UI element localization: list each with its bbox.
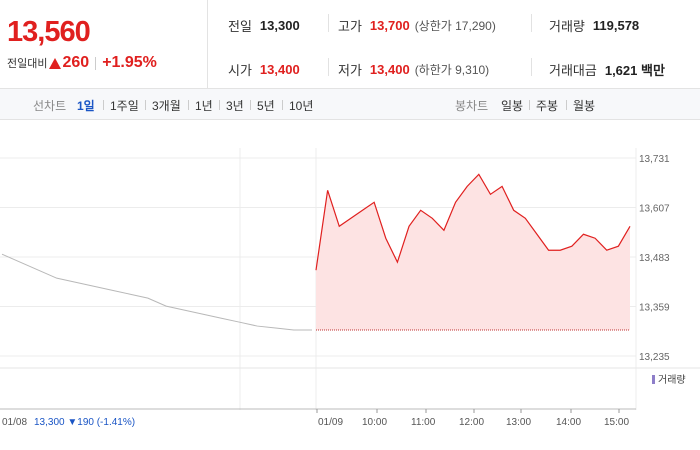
quote-summary: 13,560 전일대비 260 +1.95% [0,0,208,88]
stat-volume: 거래량 119,578 [549,16,639,35]
stat-label: 고가 [338,19,362,34]
toolbar-divider [188,100,189,110]
x-tick-label: 01/08 [2,417,27,428]
toolbar-divider [566,100,567,110]
stat-value: 1,621 백만 [604,63,665,78]
stat-value: 13,400 [259,62,300,77]
stat-label: 저가 [338,63,362,78]
current-price: 13,560 [7,16,91,48]
divider [531,14,532,32]
stat-low: 저가 13,400 (하한가 9,310) [338,60,489,79]
y-axis: 13,731 13,607 13,483 13,359 13,235 [639,154,670,363]
x-tick-label: 01/09 [318,417,343,428]
price-chart-svg: 13,731 13,607 13,483 13,359 13,235 거래량 01/08… [0,148,700,428]
y-tick-label: 13,731 [639,154,670,165]
period-3m[interactable]: 3개월 [152,97,181,114]
candle-weekly[interactable]: 주봉 [536,97,558,114]
y-tick-label: 13,607 [639,204,670,215]
stat-value: 13,300 [259,18,300,33]
period-1d[interactable]: 1일 [77,97,95,114]
stat-sub: (상한가 17,290) [414,19,496,33]
x-tick-label: 10:00 [362,417,387,428]
line-chart-label: 선차트 [33,99,67,113]
candle-chart-label: 봉차트 [455,99,489,113]
stat-value: 13,700 [369,18,410,33]
y-tick-label: 13,235 [639,352,670,363]
volume-legend-swatch [652,375,655,384]
stat-prev-close: 전일 13,300 [228,16,300,35]
divider [328,14,329,32]
x-tick-label: 12:00 [459,417,484,428]
stat-sub: (하한가 9,310) [414,63,490,77]
chart-toolbar: 선차트 1일 1주일 3개월 1년 3년 5년 10년 봉차트 일봉 주봉 월봉 [0,88,700,120]
stat-amount: 거래대금 1,621 백만 [549,60,665,79]
x-axis: 01/08 13,300 ▼190 (-1.41%) 01/09 10:00 11:00… [2,409,629,428]
today-area [316,174,630,331]
x-tick-label: 11:00 [411,417,436,428]
stat-high: 고가 13,700 (상한가 17,290) [338,16,496,35]
stat-open: 시가 13,400 [228,60,300,79]
period-1y[interactable]: 1년 [195,97,213,114]
candle-monthly[interactable]: 월봉 [573,97,595,114]
prev-day-summary: 13,300 ▼190 (-1.41%) [34,417,135,428]
toolbar-divider [103,100,104,110]
volume-legend: 거래량 [658,374,686,386]
period-3y[interactable]: 3년 [226,97,244,114]
stat-label: 시가 [228,63,252,78]
toolbar-divider [219,100,220,110]
toolbar-divider [145,100,146,110]
stat-label: 전일 [228,19,252,34]
stat-value: 13,400 [369,62,410,77]
price-change: 전일대비 260 +1.95% [7,54,157,72]
stat-value: 119,578 [592,18,640,33]
x-tick-label: 15:00 [604,417,629,428]
up-triangle-icon [49,57,62,69]
change-divider [95,56,97,70]
stat-label: 거래대금 [549,63,597,78]
candle-daily[interactable]: 일봉 [501,97,523,114]
toolbar-divider [250,100,251,110]
volume-chart: 거래량 [0,367,700,410]
toolbar-divider [529,100,530,110]
x-tick-label: 14:00 [556,417,581,428]
divider [531,58,532,76]
quote-stats: 전일 13,300 고가 13,700 (상한가 17,290) 거래량 119… [208,0,700,88]
previous-day-series [1,253,312,331]
x-tick-label: 13:00 [506,417,531,428]
period-1w[interactable]: 1주일 [110,97,139,114]
y-tick-label: 13,359 [639,303,670,314]
price-chart: 13,731 13,607 13,483 13,359 13,235 거래량 01/08… [0,120,700,450]
period-10y[interactable]: 10년 [289,97,313,114]
toolbar-divider [282,100,283,110]
today-series [315,173,631,331]
period-5y[interactable]: 5년 [257,97,275,114]
divider [328,58,329,76]
change-amount: 260 [62,54,90,71]
previous-day-line [1,253,312,331]
stat-label: 거래량 [549,19,585,34]
change-rate: +1.95% [102,54,157,71]
change-label: 전일대비 [7,58,48,70]
y-tick-label: 13,483 [639,253,670,264]
